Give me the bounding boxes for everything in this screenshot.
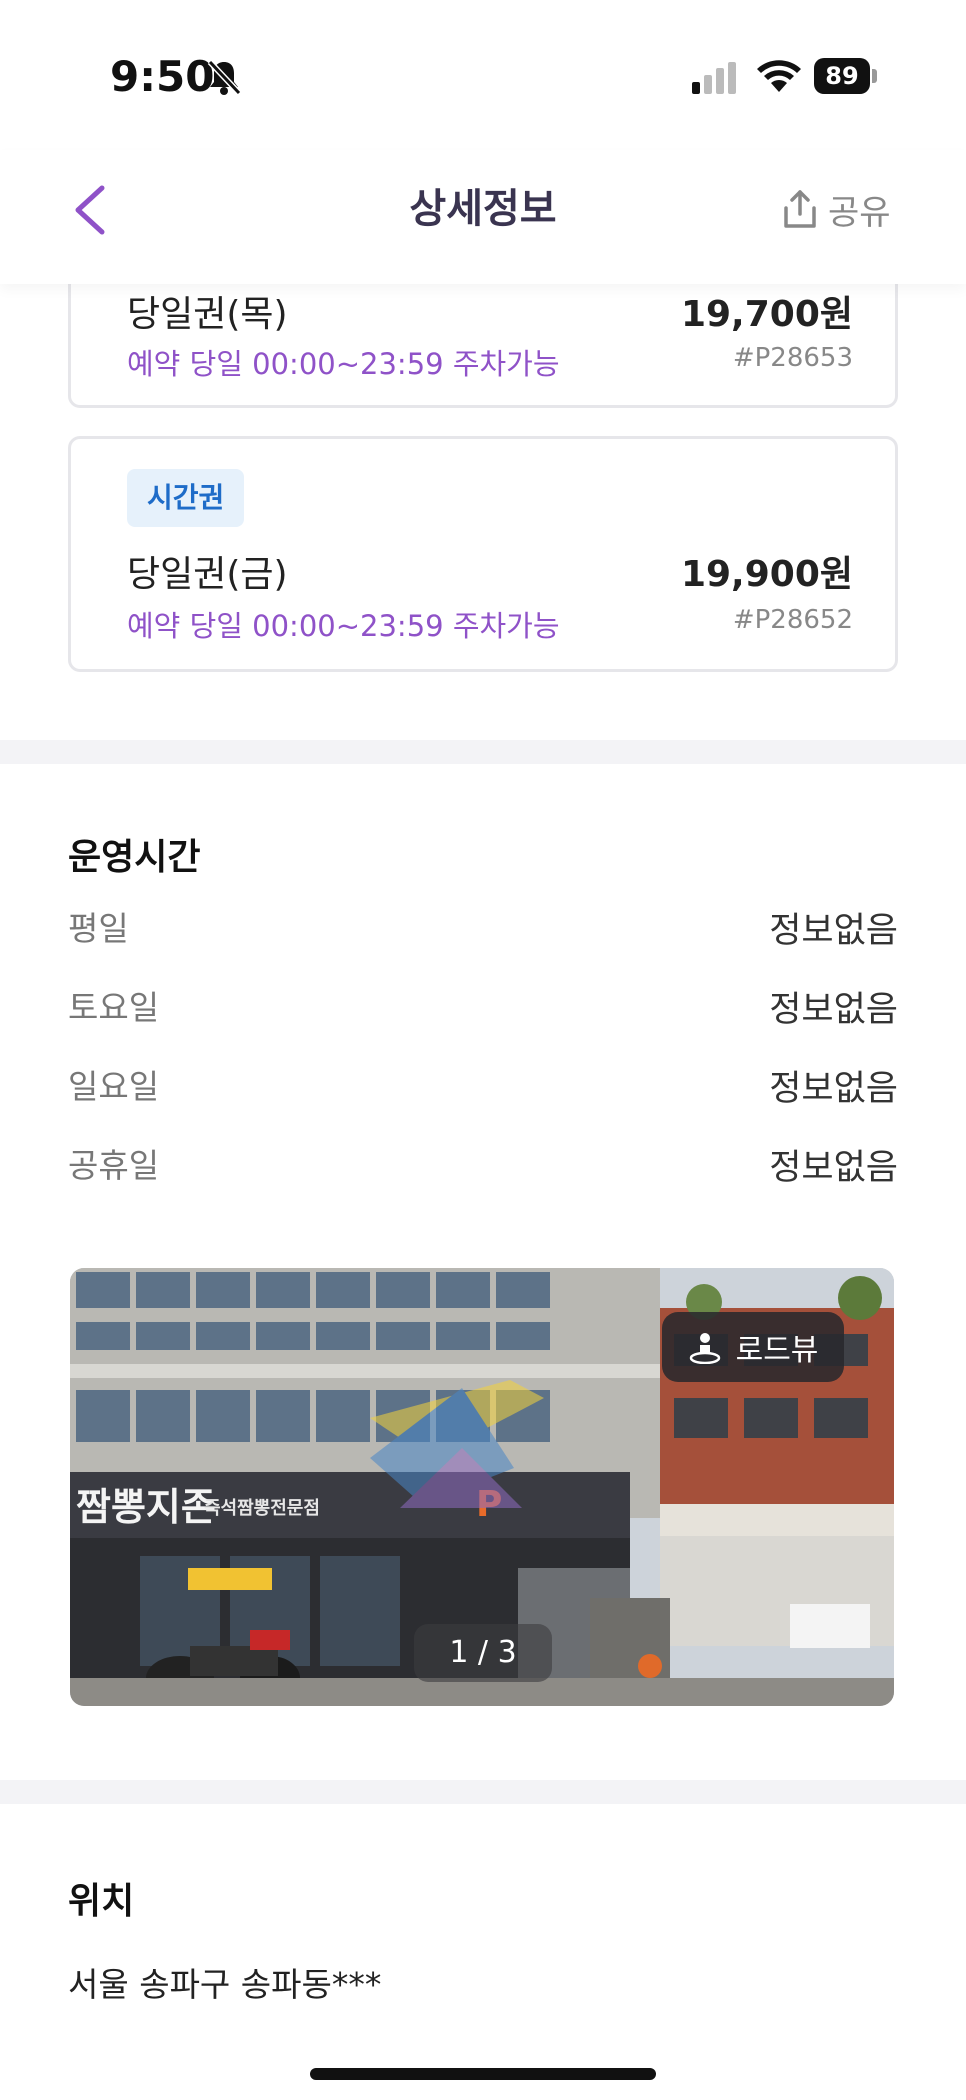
road-view-button[interactable]: 로드뷰: [662, 1312, 844, 1382]
store-sign-text: 짬뽕지존: [76, 1484, 216, 1529]
ticket-name: 당일권(금): [127, 554, 288, 595]
cellular-signal-icon: [692, 62, 736, 94]
hours-value: 정보없음: [769, 1069, 898, 1109]
bell-slash-icon: [207, 59, 242, 96]
section-divider: [0, 740, 966, 764]
app-header: 상세정보 공유: [0, 150, 966, 284]
hours-row-saturday: 토요일 정보없음: [68, 981, 898, 1041]
parking-photo-carousel[interactable]: 짬뽕지존 즉석짬뽕전문점 P: [70, 1268, 894, 1706]
battery-cap: [872, 69, 877, 83]
battery-indicator: 89: [814, 58, 878, 94]
ticket-price: 19,700원: [680, 294, 853, 335]
ticket-price: 19,900원: [680, 554, 853, 595]
ticket-type-badge: 시간권: [127, 469, 245, 527]
hours-row-holiday: 공휴일 정보없음: [68, 1139, 898, 1199]
photo-page-counter: 1 / 3: [414, 1624, 552, 1682]
hours-value: 정보없음: [769, 990, 898, 1030]
store-subsign-text: 즉석짬뽕전문점: [204, 1498, 320, 1519]
ticket-card[interactable]: 시간권 당일권(금) 19,900원 예약 당일 00:00~23:59 주차가…: [68, 436, 898, 672]
road-view-label: 로드뷰: [735, 1333, 819, 1368]
location-section-title: 위치: [68, 1881, 135, 1922]
home-indicator[interactable]: [310, 2068, 656, 2080]
section-divider: [0, 1780, 966, 1804]
ticket-description: 예약 당일 00:00~23:59 주차가능: [127, 609, 560, 643]
hours-row-weekday: 평일 정보없음: [68, 902, 898, 962]
hours-label: 일요일: [68, 1067, 160, 1106]
wifi-icon: [757, 60, 801, 92]
battery-level: 89: [814, 58, 870, 94]
hours-value: 정보없음: [769, 1148, 898, 1188]
hours-label: 토요일: [68, 988, 160, 1027]
hours-label: 평일: [68, 909, 129, 948]
ticket-code: #P28652: [732, 605, 853, 635]
share-label: 공유: [828, 192, 891, 233]
ticket-name: 당일권(목): [127, 294, 288, 335]
hours-section-title: 운영시간: [68, 837, 201, 878]
ticket-code: #P28653: [732, 343, 853, 373]
person-pin-icon: [689, 1333, 720, 1364]
hours-label: 공휴일: [68, 1146, 160, 1185]
status-time: 9:50: [110, 52, 215, 101]
share-button[interactable]: 공유: [780, 182, 891, 236]
ticket-description: 예약 당일 00:00~23:59 주차가능: [127, 347, 560, 381]
share-icon: [784, 190, 816, 228]
location-address: 서울 송파구 송파동***: [68, 1965, 382, 2004]
status-bar: 9:50 89: [0, 0, 966, 150]
hours-row-sunday: 일요일 정보없음: [68, 1060, 898, 1120]
hours-value: 정보없음: [769, 911, 898, 951]
